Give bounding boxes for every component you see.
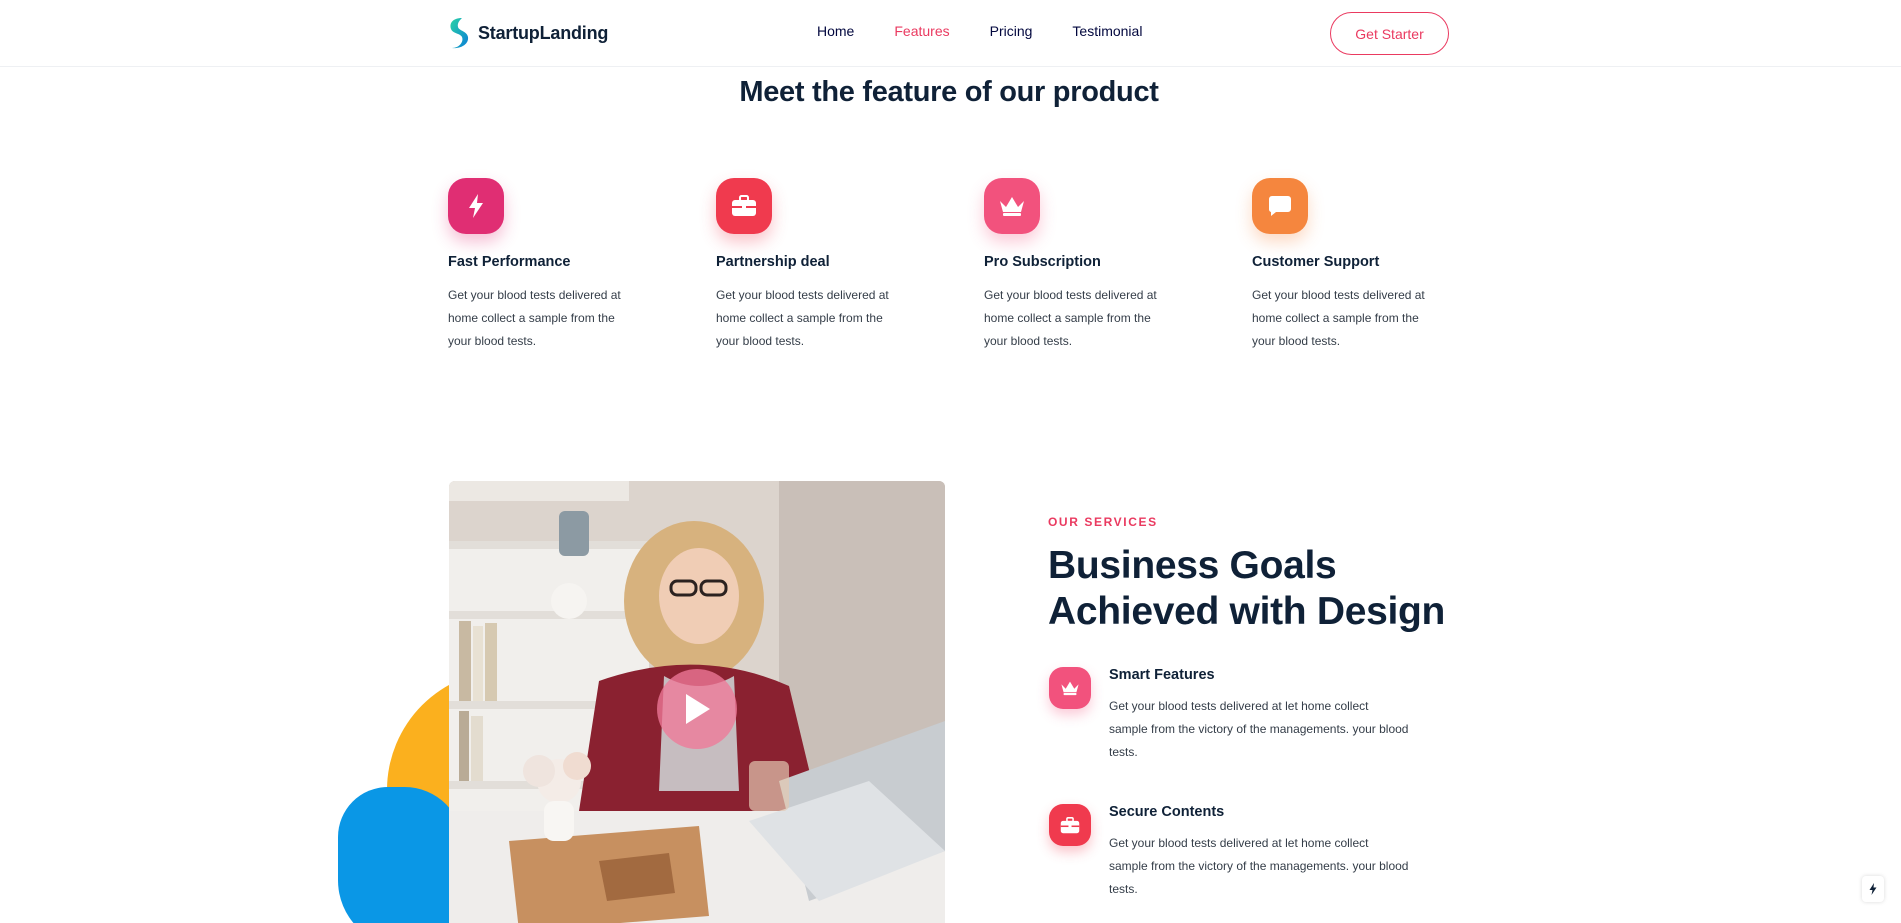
decorative-blob-blue — [338, 787, 463, 923]
feature-title: Partnership deal — [716, 254, 830, 270]
crown-icon — [1049, 667, 1091, 709]
landing-page: StartupLanding Home Features Pricing Tes… — [0, 0, 1901, 923]
feature-card: Pro Subscription Get your blood tests de… — [984, 178, 1184, 353]
brand-name: StartupLanding — [478, 22, 609, 43]
feature-title: Fast Performance — [448, 254, 571, 270]
feature-title: Pro Subscription — [984, 254, 1101, 270]
service-description: Get your blood tests delivered at let ho… — [1109, 699, 1409, 759]
lightning-icon — [448, 178, 504, 234]
main-nav: Home Features Pricing Testimonial — [817, 23, 1142, 39]
feature-card: Partnership deal Get your blood tests de… — [716, 178, 916, 353]
brand-logo[interactable]: StartupLanding — [448, 17, 608, 49]
nav-item-features[interactable]: Features — [894, 23, 949, 39]
feature-card: Fast Performance Get your blood tests de… — [448, 178, 648, 353]
crown-icon — [984, 178, 1040, 234]
get-starter-button[interactable]: Get Starter — [1330, 12, 1449, 55]
nav-item-home[interactable]: Home — [817, 23, 854, 39]
briefcase-icon — [1049, 804, 1091, 846]
service-description: Get your blood tests delivered at let ho… — [1109, 836, 1409, 896]
briefcase-icon — [716, 178, 772, 234]
site-header: StartupLanding Home Features Pricing Tes… — [0, 0, 1901, 67]
chat-icon — [1252, 178, 1308, 234]
services-heading: Business Goals Achieved with Design — [1048, 544, 1446, 633]
feature-description: Get your blood tests delivered at home c… — [984, 288, 1157, 348]
feature-card: Customer Support Get your blood tests de… — [1252, 178, 1452, 353]
nav-item-testimonial[interactable]: Testimonial — [1072, 23, 1142, 39]
logo-icon — [450, 18, 469, 49]
play-icon — [686, 694, 710, 724]
lightning-icon — [1869, 883, 1877, 895]
service-title: Smart Features — [1109, 667, 1215, 683]
nav-item-pricing[interactable]: Pricing — [990, 23, 1033, 39]
feature-description: Get your blood tests delivered at home c… — [1252, 288, 1425, 348]
service-title: Secure Contents — [1109, 804, 1225, 820]
feature-title: Customer Support — [1252, 254, 1380, 270]
feature-description: Get your blood tests delivered at home c… — [716, 288, 889, 348]
feature-description: Get your blood tests delivered at home c… — [448, 288, 621, 348]
play-button[interactable] — [657, 669, 737, 749]
features-heading: Meet the feature of our product — [739, 76, 1159, 108]
services-eyebrow: OUR SERVICES — [1048, 515, 1158, 529]
lightning-badge[interactable] — [1862, 876, 1884, 902]
